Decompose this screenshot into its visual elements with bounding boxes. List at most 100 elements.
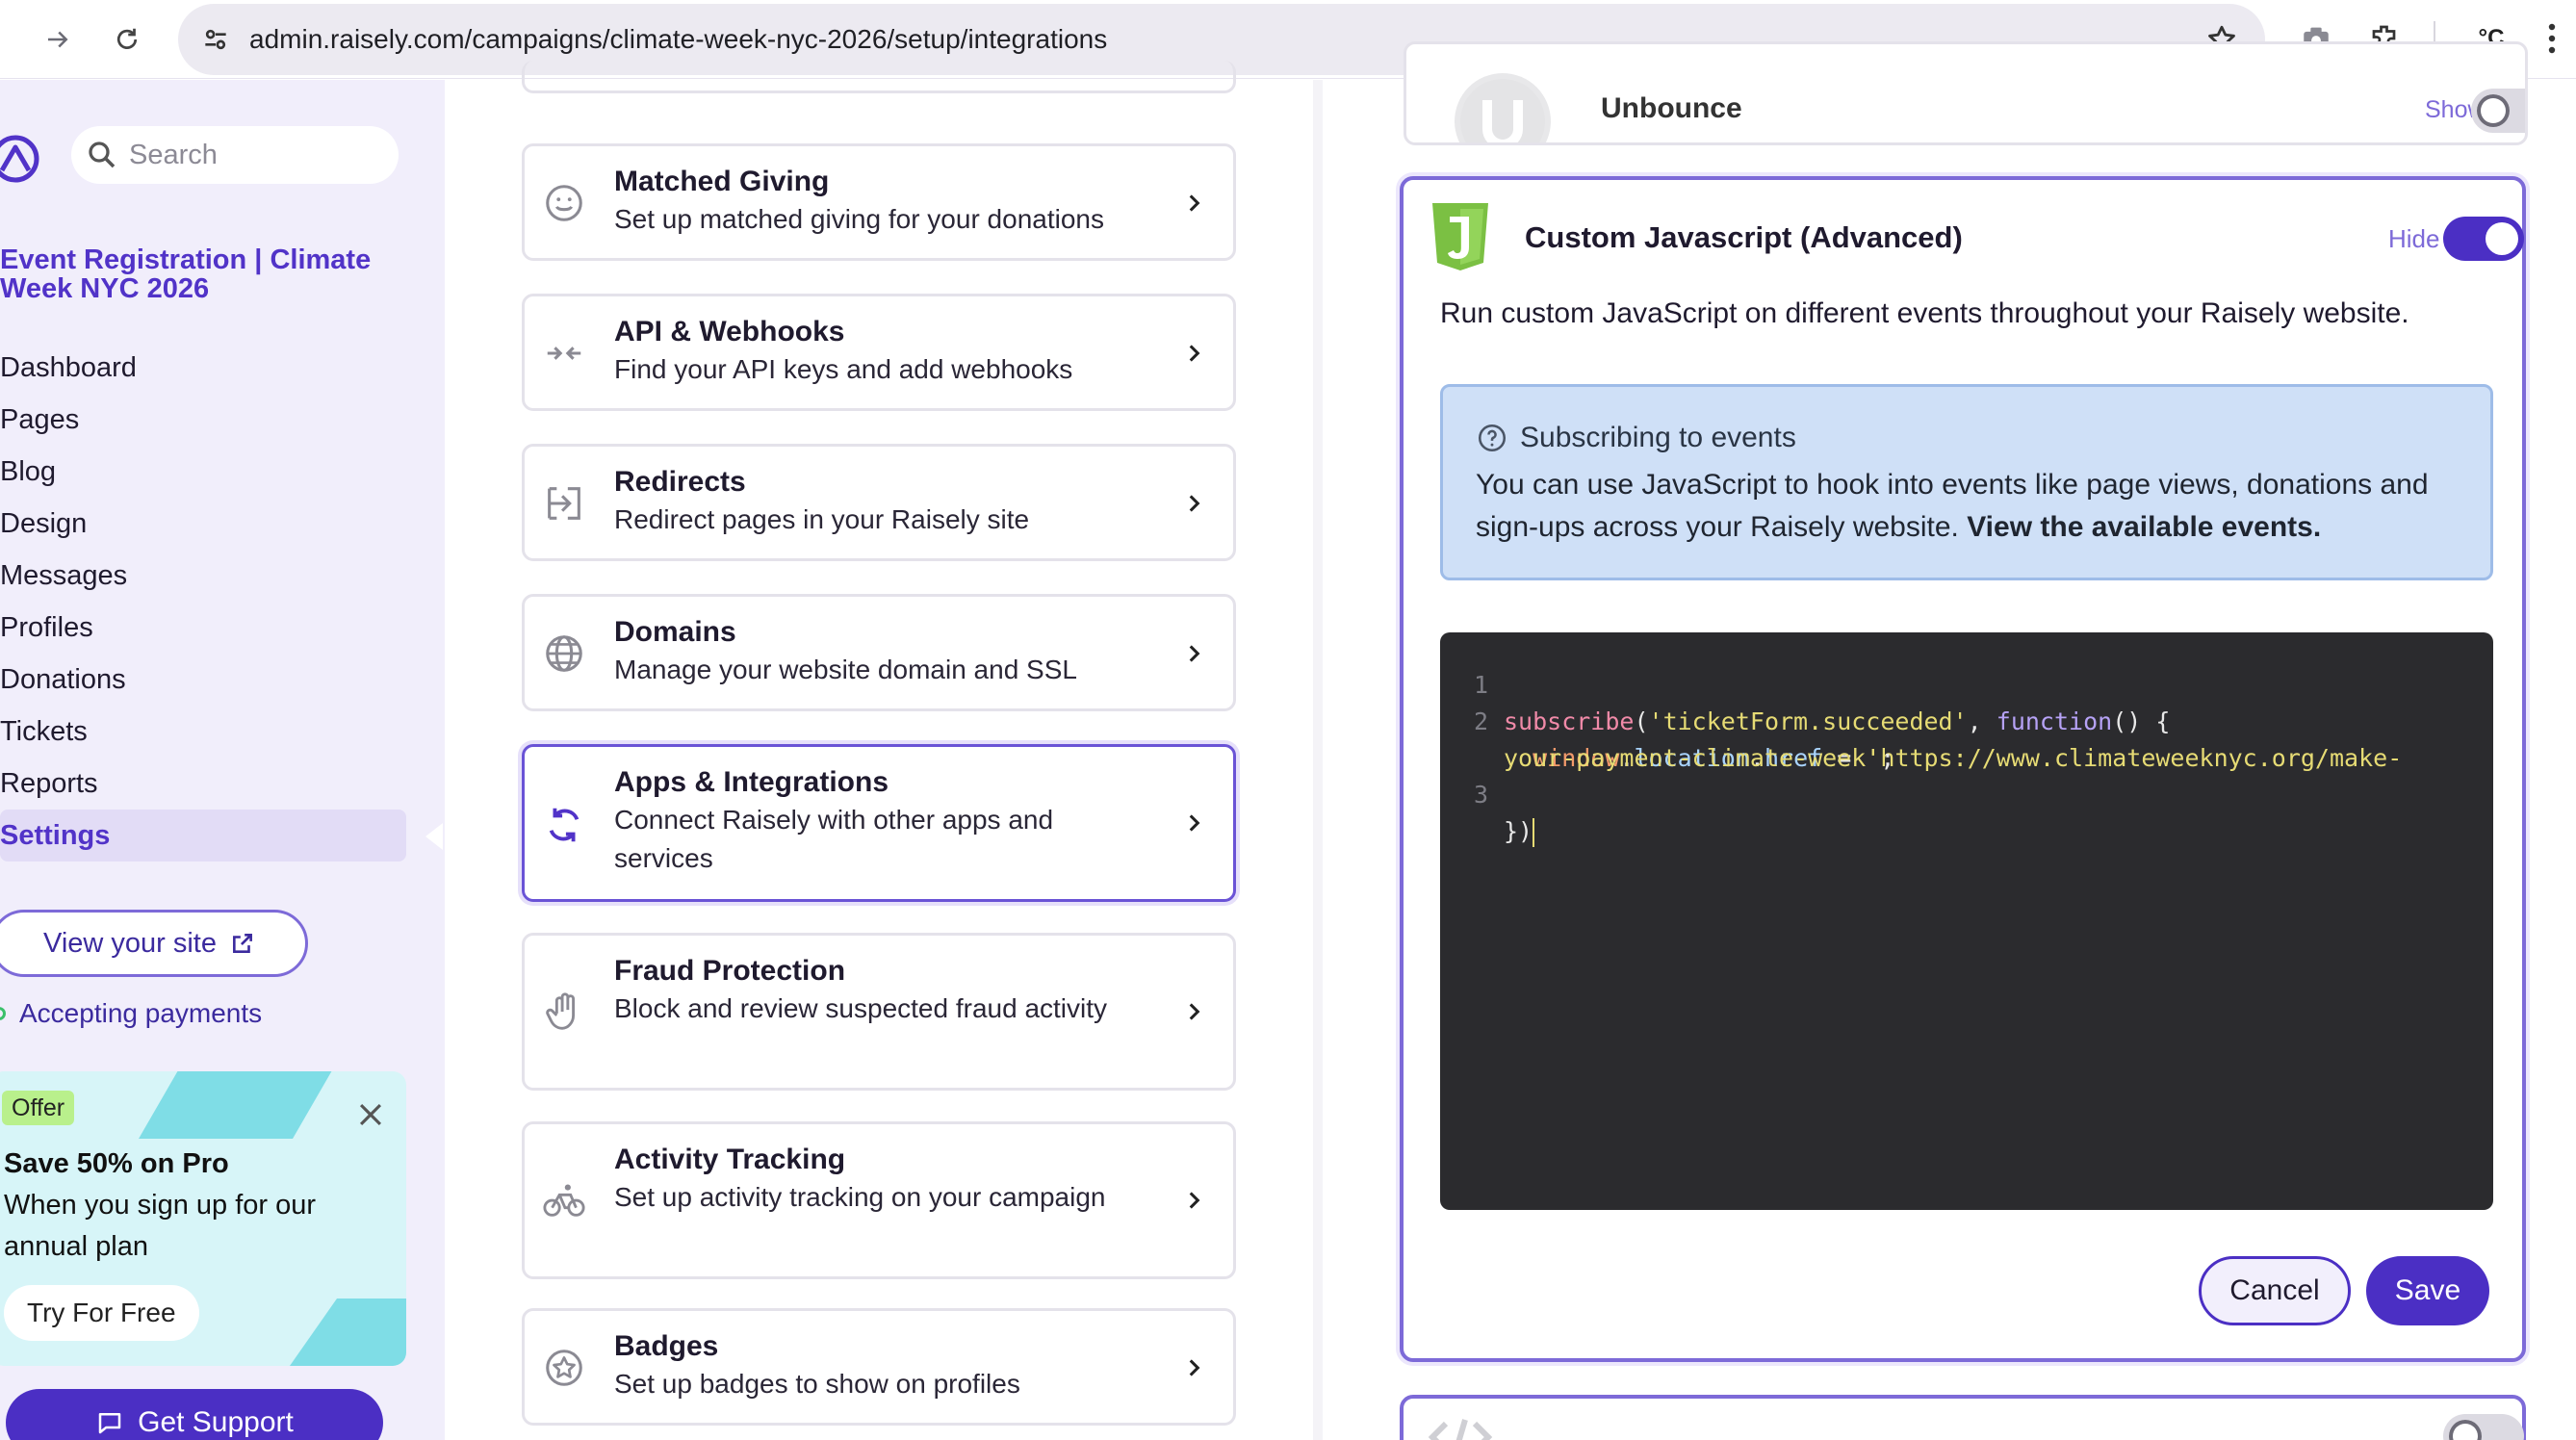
sidebar-item-messages[interactable]: Messages xyxy=(0,550,406,602)
code-editor[interactable]: 1 subscribe('ticketForm.succeeded', func… xyxy=(1440,632,2493,1210)
chevron-right-icon xyxy=(1189,1192,1200,1209)
sidebar-item-donations[interactable]: Donations xyxy=(0,654,406,706)
unbounce-logo-icon xyxy=(1455,73,1551,142)
get-support-button[interactable]: Get Support xyxy=(6,1389,383,1440)
bike-icon xyxy=(543,1184,585,1217)
smile-icon xyxy=(546,185,582,221)
get-support-label: Get Support xyxy=(138,1406,294,1438)
promo-card: Offer Save 50% on Pro When you sign up f… xyxy=(0,1071,406,1366)
campaign-title[interactable]: Event Registration | Climate Week NYC 20… xyxy=(0,245,424,303)
card-description: Redirect pages in your Raisely site xyxy=(614,504,1030,534)
chevron-right-icon xyxy=(1189,495,1200,512)
chevron-right-icon xyxy=(1189,345,1200,362)
cancel-button[interactable]: Cancel xyxy=(2199,1256,2351,1325)
sidebar-item-pages[interactable]: Pages xyxy=(0,394,406,446)
kebab-menu-icon[interactable] xyxy=(2537,17,2566,60)
sidebar-item-reports[interactable]: Reports xyxy=(0,758,406,810)
app-root: admin.raisely.com/campaigns/climate-week… xyxy=(0,0,2576,1440)
integration-name: Unbounce xyxy=(1601,92,1742,124)
promo-decoration xyxy=(282,1299,406,1366)
info-text: You can use JavaScript to hook into even… xyxy=(1476,464,2477,549)
card-title: Fraud Protection xyxy=(614,955,846,987)
raisely-logo-icon[interactable] xyxy=(0,128,42,188)
view-site-button[interactable]: View your site xyxy=(0,910,308,977)
sidebar-item-blog[interactable]: Blog xyxy=(0,446,406,498)
card-description: Set up badges to show on profiles xyxy=(614,1369,1020,1399)
integration-description: Run custom JavaScript on different event… xyxy=(1440,297,2409,329)
settings-card-activity-tracking[interactable]: Activity Tracking Set up activity tracki… xyxy=(522,1121,1236,1279)
reload-button[interactable] xyxy=(103,15,151,64)
sidebar-nav: Dashboard Pages Blog Design Messages Pro… xyxy=(0,342,406,861)
search-input[interactable] xyxy=(129,126,389,184)
toggle-label: Hide xyxy=(2388,224,2440,253)
arrows-in-icon xyxy=(547,347,581,360)
settings-card-fraud-protection[interactable]: Fraud Protection Block and review suspec… xyxy=(522,933,1236,1091)
external-link-icon xyxy=(233,934,252,953)
settings-card-partial xyxy=(522,61,1236,93)
promo-title: Save 50% on Pro xyxy=(4,1148,229,1179)
chevron-right-icon xyxy=(1189,1003,1200,1020)
try-for-free-button[interactable]: Try For Free xyxy=(4,1285,199,1341)
custom-js-toggle[interactable] xyxy=(2443,217,2524,261)
card-description: Manage your website domain and SSL xyxy=(614,655,1077,684)
code-line: 1 subscribe('ticketForm.succeeded', func… xyxy=(1440,632,2493,735)
reload-icon xyxy=(116,28,138,49)
settings-card-redirects[interactable]: Redirects Redirect pages in your Raisely… xyxy=(522,444,1236,561)
settings-card-badges[interactable]: Badges Set up badges to show on profiles xyxy=(522,1308,1236,1426)
integration-card-unbounce: Unbounce Show xyxy=(1404,41,2528,145)
search-box[interactable] xyxy=(71,126,399,184)
toggle-knob xyxy=(2449,1420,2482,1440)
arrow-right-icon xyxy=(48,31,68,48)
unbounce-toggle[interactable] xyxy=(2471,89,2525,133)
sidebar-item-dashboard[interactable]: Dashboard xyxy=(0,342,406,394)
sidebar-item-profiles[interactable]: Profiles xyxy=(0,602,406,654)
sidebar-item-design[interactable]: Design xyxy=(0,498,406,550)
chevron-right-icon xyxy=(1189,1359,1200,1376)
offer-badge: Offer xyxy=(2,1091,75,1125)
sidebar-item-settings[interactable]: Settings xyxy=(0,810,406,861)
view-site-label: View your site xyxy=(43,927,217,959)
card-description: Block and review suspected fraud activit… xyxy=(614,993,1108,1023)
forward-button[interactable] xyxy=(34,15,82,64)
settings-card-apps-integrations[interactable]: Apps & Integrations Connect Raisely with… xyxy=(522,744,1236,902)
toggle-knob xyxy=(2477,94,2510,127)
status-dot-icon xyxy=(0,1007,6,1020)
payment-status: Accepting payments xyxy=(0,994,262,1033)
code-line-wrapped: your-payment-climate-week'; xyxy=(1504,744,1895,772)
sidebar: Event Registration | Climate Week NYC 20… xyxy=(0,80,445,1440)
card-description: Set up matched giving for your donations xyxy=(614,204,1104,234)
settings-card-api-webhooks[interactable]: API & Webhooks Find your API keys and ad… xyxy=(522,294,1236,411)
promo-description: When you sign up for our annual plan xyxy=(4,1190,317,1262)
card-title: Redirects xyxy=(614,466,746,498)
info-title: Subscribing to events xyxy=(1520,422,1796,453)
help-circle-icon xyxy=(1478,424,1507,452)
code-line: 3 }) xyxy=(1440,740,2493,847)
card-description: Connect Raisely with other apps and serv… xyxy=(614,805,1054,873)
toggle-knob xyxy=(2486,222,2518,255)
panel-divider xyxy=(1313,80,1323,1440)
settings-list: Matched Giving Set up matched giving for… xyxy=(445,61,1311,1440)
chevron-right-icon xyxy=(1189,645,1200,662)
card-title: Domains xyxy=(614,616,736,648)
active-nav-pointer xyxy=(425,823,443,850)
text-cursor xyxy=(1533,818,1535,847)
chevron-right-icon xyxy=(1189,814,1200,832)
sync-icon xyxy=(549,808,580,842)
available-events-link[interactable]: View the available events. xyxy=(1967,511,2321,543)
close-icon[interactable] xyxy=(354,1098,387,1131)
card-title: Apps & Integrations xyxy=(614,766,889,798)
card-title: Matched Giving xyxy=(614,166,830,197)
partial-card-toggle[interactable] xyxy=(2443,1414,2524,1440)
chevron-right-icon xyxy=(1189,194,1200,212)
redirect-icon xyxy=(548,487,580,520)
save-button[interactable]: Save xyxy=(2366,1256,2489,1325)
globe-icon xyxy=(546,635,582,672)
settings-card-matched-giving[interactable]: Matched Giving Set up matched giving for… xyxy=(522,143,1236,261)
site-settings-icon[interactable] xyxy=(197,21,234,58)
payment-status-label: Accepting payments xyxy=(19,998,263,1028)
promo-decoration xyxy=(139,1071,343,1139)
integration-card-custom-js: Custom Javascript (Advanced) Hide Run cu… xyxy=(1400,176,2526,1362)
sidebar-item-tickets[interactable]: Tickets xyxy=(0,706,406,758)
settings-card-domains[interactable]: Domains Manage your website domain and S… xyxy=(522,594,1236,711)
code-line: 2 window.location.href = 'https://www.cl… xyxy=(1440,667,2493,772)
